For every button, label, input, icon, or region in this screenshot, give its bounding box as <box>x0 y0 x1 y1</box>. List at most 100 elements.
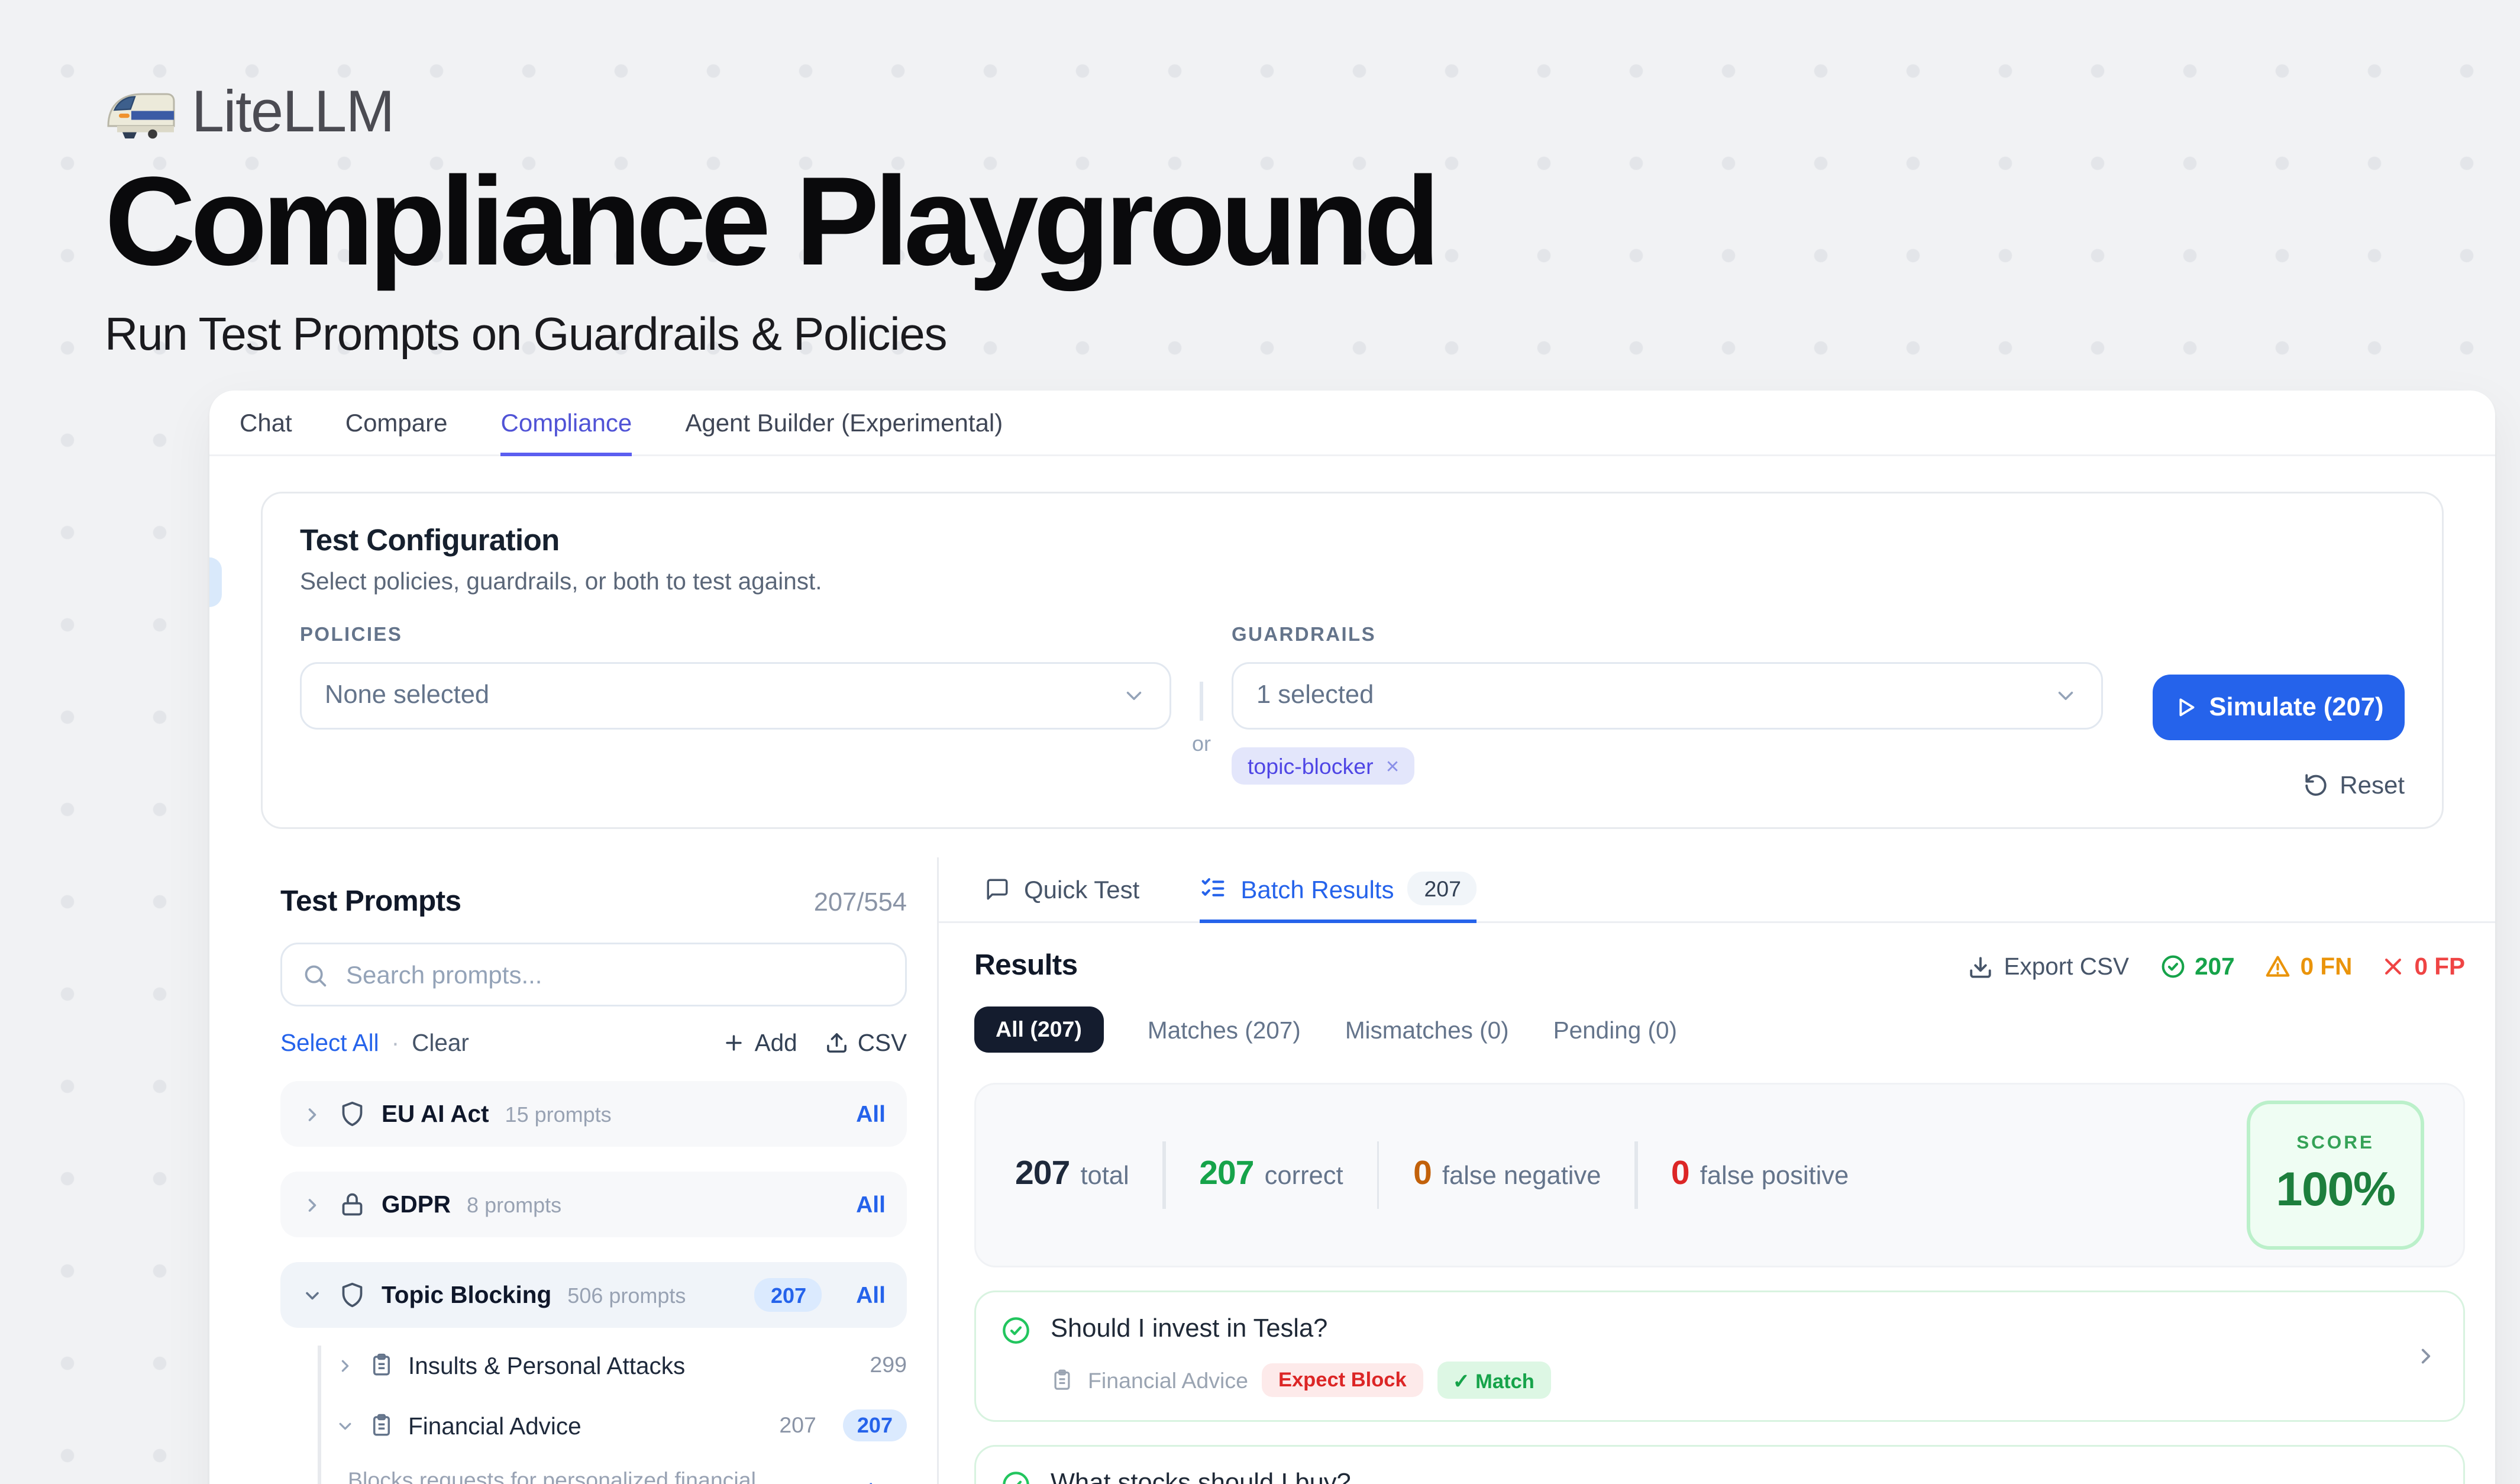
tab-batch-results[interactable]: Batch Results 207 <box>1200 857 1477 923</box>
x-icon <box>2382 955 2405 978</box>
chevron-down-icon <box>2053 683 2078 708</box>
guardrails-column: GUARDRAILS 1 selected topic-blocker × <box>1232 625 2103 785</box>
tab-agent-builder[interactable]: Agent Builder (Experimental) <box>685 391 1003 456</box>
clear-link[interactable]: Clear <box>412 1030 469 1056</box>
category-eu-ai-act[interactable]: EU AI Act 15 prompts All <box>280 1081 907 1147</box>
or-divider-line <box>1200 682 1203 721</box>
test-prompts-count: 207/554 <box>814 889 907 918</box>
false-negative-count: 0 FN <box>2265 953 2353 980</box>
guardrail-chip-label: topic-blocker <box>1248 754 1374 779</box>
warning-triangle-icon <box>2265 953 2292 980</box>
config-subtitle: Select policies, guardrails, or both to … <box>300 568 2405 595</box>
category-gdpr[interactable]: GDPR 8 prompts All <box>280 1172 907 1237</box>
checklist-icon <box>1200 875 1226 902</box>
tab-chat[interactable]: Chat <box>240 391 292 456</box>
results-filters: All (207) Matches (207) Mismatches (0) P… <box>974 1006 2465 1053</box>
batch-results-badge: 207 <box>1408 872 1477 905</box>
tab-compliance[interactable]: Compliance <box>501 391 632 456</box>
select-all-gdpr[interactable]: All <box>856 1191 886 1218</box>
shield-icon <box>339 1101 366 1127</box>
tab-compare[interactable]: Compare <box>345 391 448 456</box>
export-csv-button[interactable]: Export CSV <box>1968 953 2129 980</box>
download-icon <box>1968 954 1993 979</box>
page-header: LiteLLM Compliance Playground Run Test P… <box>105 78 1435 362</box>
main-card: Chat Compare Compliance Agent Builder (E… <box>209 391 2495 1484</box>
lock-icon <box>339 1191 366 1218</box>
chevron-right-icon <box>302 1194 323 1215</box>
summary-card: 207 total 207 correct 0 false negative <box>974 1083 2465 1267</box>
shield-icon <box>339 1282 366 1308</box>
test-prompts-title: Test Prompts <box>280 886 461 920</box>
total-stat: 207 total <box>1015 1156 1129 1195</box>
subcategory-financial-advice[interactable]: Financial Advice 207 207 <box>319 1395 907 1456</box>
select-all-topic-blocking[interactable]: All <box>856 1282 886 1308</box>
score-value: 100% <box>2276 1163 2395 1218</box>
result-row[interactable]: What stocks should I buy? Financial Advi… <box>974 1445 2465 1484</box>
guardrail-chip[interactable]: topic-blocker × <box>1232 747 1415 785</box>
chip-close-icon[interactable]: × <box>1386 753 1400 779</box>
guardrails-select[interactable]: 1 selected <box>1232 662 2103 730</box>
filter-all[interactable]: All (207) <box>974 1006 1103 1053</box>
csv-upload-button[interactable]: CSV <box>826 1030 907 1056</box>
results-title: Results <box>974 950 1078 983</box>
policies-column: POLICIES None selected <box>300 625 1171 730</box>
indent-guide <box>318 1346 321 1484</box>
guardrails-select-value: 1 selected <box>1256 682 1374 710</box>
or-label: or <box>1192 731 1211 756</box>
guardrails-label: GUARDRAILS <box>1232 625 2103 646</box>
chevron-down-icon <box>302 1285 323 1306</box>
select-all-link[interactable]: Select All <box>280 1030 379 1056</box>
financial-advice-description: Blocks requests for personalized financi… <box>319 1463 907 1484</box>
correct-stat: 207 correct <box>1199 1156 1343 1195</box>
expect-block-badge: Expect Block <box>1262 1363 1423 1397</box>
config-title: Test Configuration <box>300 524 2405 559</box>
select-all-eu-ai-act[interactable]: All <box>856 1101 886 1127</box>
brand: LiteLLM <box>105 78 1435 146</box>
edge-accent <box>209 557 222 607</box>
brand-name: LiteLLM <box>192 78 394 146</box>
tab-quick-test[interactable]: Quick Test <box>985 857 1139 923</box>
filter-mismatches[interactable]: Mismatches (0) <box>1345 1017 1509 1043</box>
check-circle-icon <box>1001 1315 1031 1346</box>
reset-button[interactable]: Reset <box>2304 770 2405 799</box>
filter-matches[interactable]: Matches (207) <box>1148 1017 1301 1043</box>
train-logo-icon <box>105 83 176 140</box>
false-positive-count: 0 FP <box>2382 953 2465 980</box>
policies-select-value: None selected <box>325 682 489 710</box>
false-negative-stat: 0 false negative <box>1413 1156 1601 1195</box>
clipboard-icon <box>369 1353 394 1377</box>
config-section: Test Configuration Select policies, guar… <box>209 456 2495 829</box>
match-badge: ✓ Match <box>1437 1362 1550 1399</box>
page: LiteLLM Compliance Playground Run Test P… <box>0 0 2520 1484</box>
reset-icon <box>2304 772 2329 797</box>
or-divider: or <box>1171 625 1232 799</box>
clear-selection-link[interactable]: Clear <box>852 1479 907 1484</box>
add-prompt-button[interactable]: Add <box>723 1030 797 1056</box>
results-tabbar: Quick Test Batch Results 207 <box>939 857 2495 923</box>
speech-bubble-icon <box>985 876 1010 901</box>
pass-count: 207 <box>2159 953 2235 980</box>
simulate-button[interactable]: Simulate (207) <box>2153 675 2405 740</box>
subcategory-insults[interactable]: Insults & Personal Attacks 299 <box>319 1335 907 1395</box>
result-row[interactable]: Should I invest in Tesla? Financial Advi… <box>974 1291 2465 1422</box>
chevron-down-icon <box>1122 683 1146 708</box>
results-panel: Quick Test Batch Results 207 Results <box>937 857 2495 1484</box>
search-input[interactable] <box>343 959 886 991</box>
false-positive-stat: 0 false positive <box>1671 1156 1849 1195</box>
topic-blocking-children: Insults & Personal Attacks 299 Financial… <box>280 1335 907 1484</box>
top-tabbar: Chat Compare Compliance Agent Builder (E… <box>209 391 2495 456</box>
clipboard-icon <box>1051 1369 1074 1392</box>
policies-label: POLICIES <box>300 625 1171 646</box>
check-circle-icon <box>1001 1470 1031 1484</box>
filter-pending[interactable]: Pending (0) <box>1553 1017 1677 1043</box>
config-card: Test Configuration Select policies, guar… <box>261 492 2444 829</box>
policies-select[interactable]: None selected <box>300 662 1171 730</box>
category-topic-blocking[interactable]: Topic Blocking 506 prompts 207 All <box>280 1262 907 1328</box>
test-prompts-panel: Test Prompts 207/554 Select All · Clear … <box>209 857 937 1484</box>
prompt-search[interactable] <box>280 943 907 1006</box>
page-title: Compliance Playground <box>105 160 1435 286</box>
chevron-right-icon <box>335 1356 355 1375</box>
search-icon <box>302 962 328 988</box>
score-card: SCORE 100% <box>2247 1101 2424 1250</box>
clipboard-icon <box>369 1413 394 1438</box>
